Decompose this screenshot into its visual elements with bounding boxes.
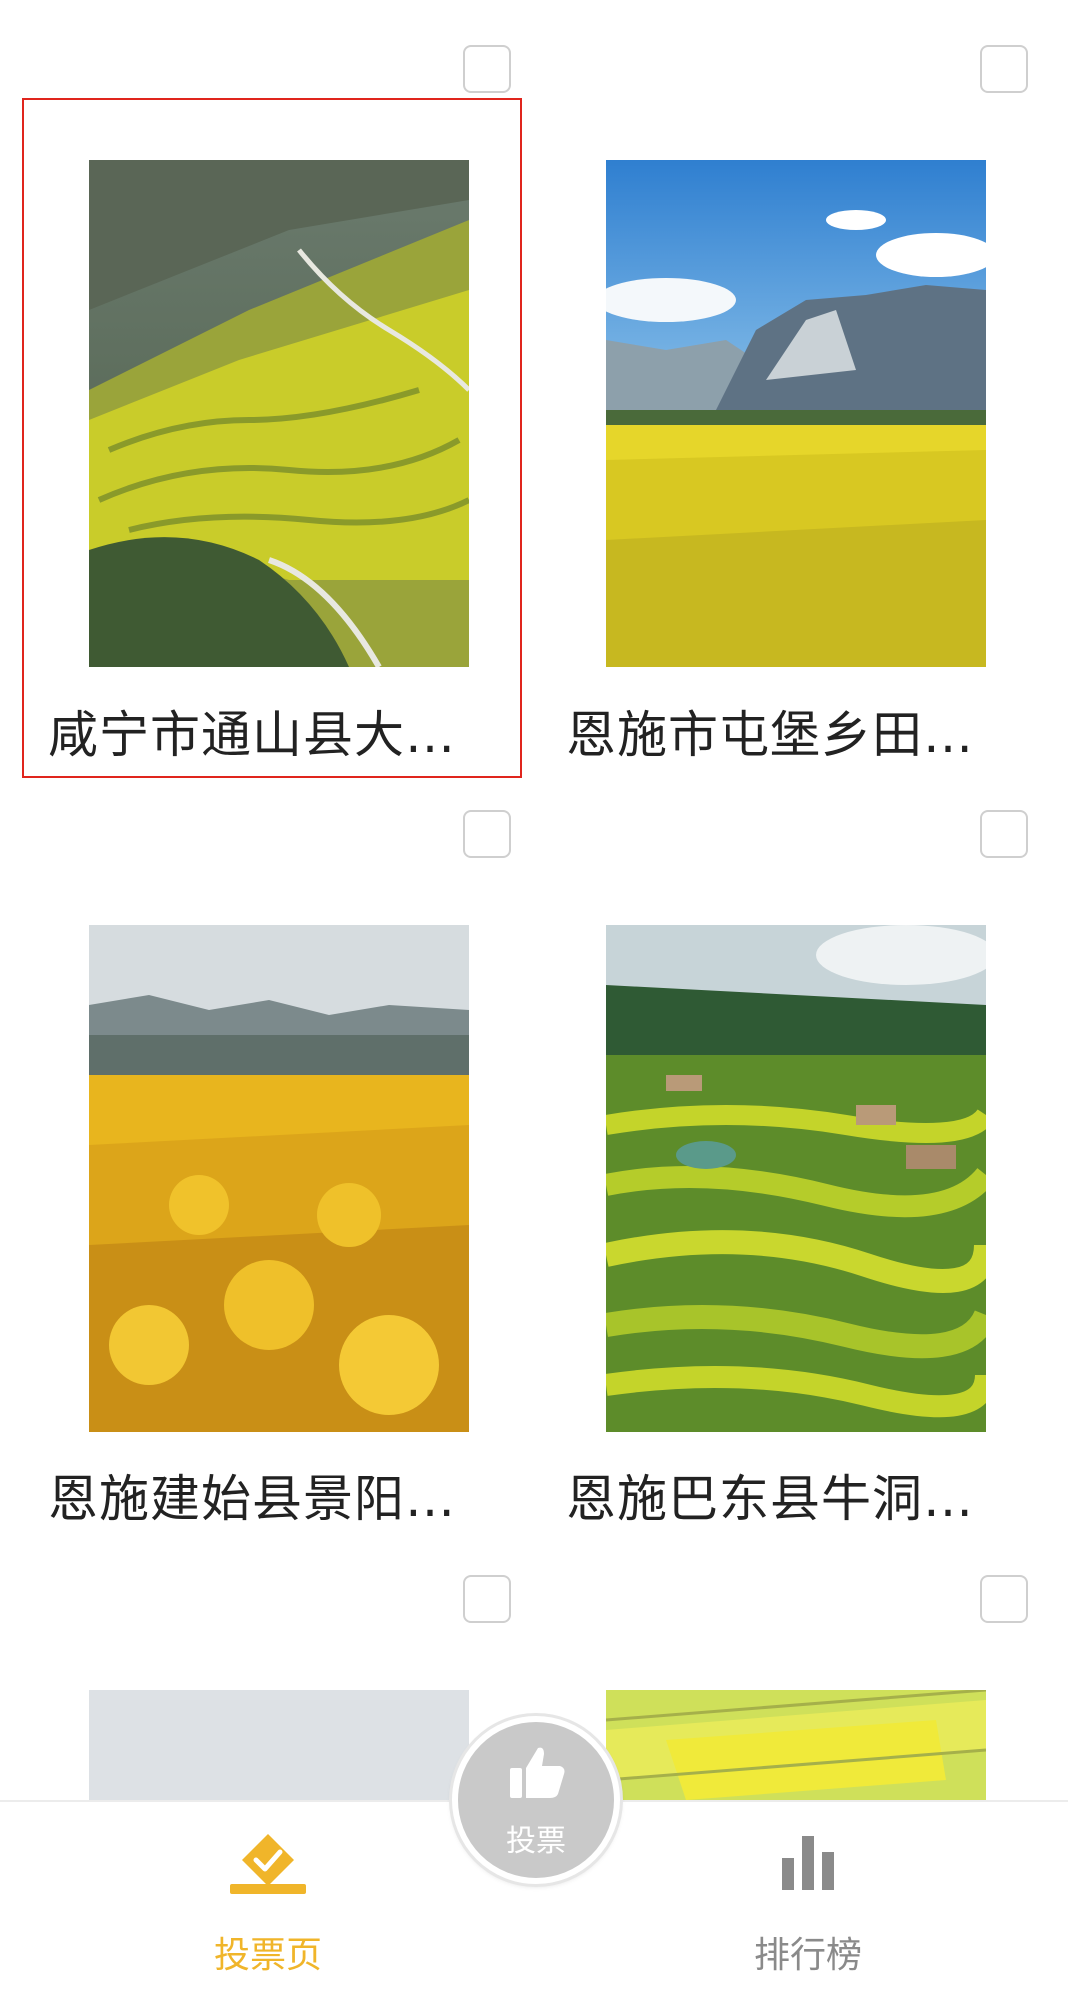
tab-vote-page[interactable]: 投票页 <box>108 1802 428 2004</box>
photo-caption-2: 恩施市屯堡乡田… <box>566 706 974 764</box>
vote-button-label: 投票 <box>506 1824 566 1859</box>
tab-leaderboard[interactable]: 排行榜 <box>648 1802 968 2004</box>
photo-caption-4: 恩施巴东县牛洞… <box>566 1470 974 1528</box>
photo-thumbnail-1[interactable] <box>89 160 469 667</box>
select-checkbox-5[interactable] <box>463 1575 511 1623</box>
thumbs-up-icon <box>508 1744 566 1806</box>
vote-button[interactable]: 投票 <box>452 1716 620 1884</box>
photo-caption-3: 恩施建始县景阳… <box>48 1470 456 1528</box>
vote-box-icon <box>228 1832 308 1902</box>
photo-thumbnail-5[interactable] <box>89 1690 469 1800</box>
bar-chart-icon <box>778 1832 838 1896</box>
photo-thumbnail-4[interactable] <box>606 925 986 1432</box>
select-checkbox-4[interactable] <box>980 810 1028 858</box>
tab-leaderboard-label: 排行榜 <box>753 1935 862 1976</box>
select-checkbox-6[interactable] <box>980 1575 1028 1623</box>
tab-vote-page-label: 投票页 <box>213 1935 322 1976</box>
select-checkbox-3[interactable] <box>463 810 511 858</box>
select-checkbox-1[interactable] <box>463 45 511 93</box>
select-checkbox-2[interactable] <box>980 45 1028 93</box>
photo-thumbnail-6[interactable] <box>606 1690 986 1800</box>
vote-page: 咸宁市通山县大… 恩施市屯堡乡田… 恩施建始县景阳… 恩施巴东县牛洞… 投票页 … <box>0 0 1068 2004</box>
photo-caption-1: 咸宁市通山县大… <box>48 706 456 764</box>
photo-thumbnail-3[interactable] <box>89 925 469 1432</box>
photo-thumbnail-2[interactable] <box>606 160 986 667</box>
